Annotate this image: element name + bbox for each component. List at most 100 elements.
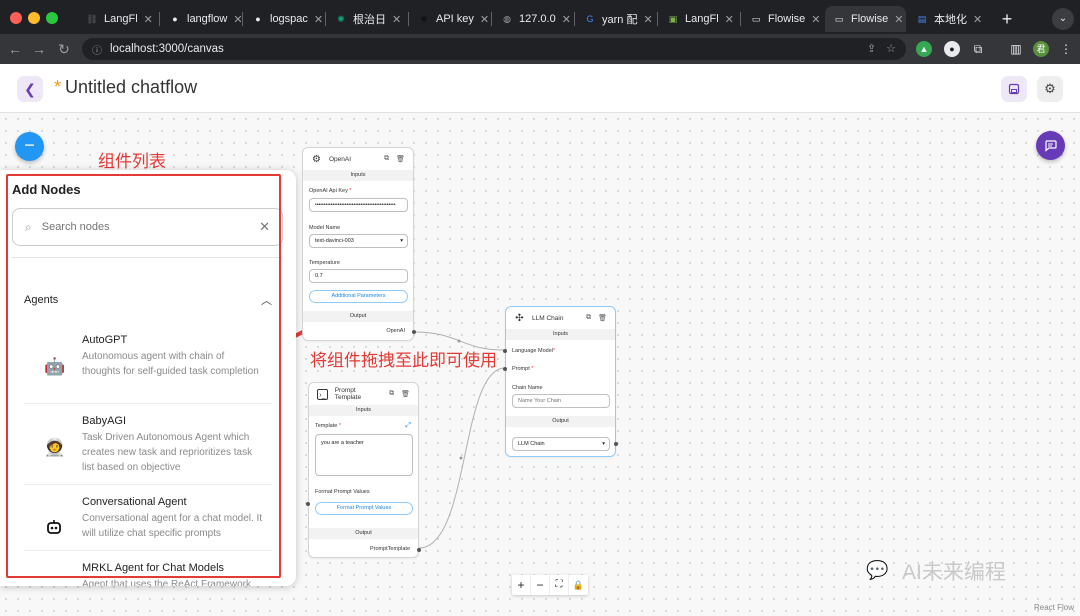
browser-tab[interactable]: ▤ 本地化 ✕ — [908, 6, 989, 32]
zoom-in-button[interactable]: + — [512, 575, 531, 595]
node-title: Prompt Template — [334, 387, 362, 401]
chevron-up-icon[interactable]: ︿ — [261, 292, 272, 308]
drive-extension-icon[interactable]: ▲ — [916, 41, 932, 57]
browser-tab[interactable]: ● logspac ✕ — [244, 6, 325, 32]
duplicate-icon[interactable]: ⧉ — [389, 390, 394, 398]
chain-name-label: Chain Name — [512, 385, 543, 391]
delete-icon[interactable]: 🗑 — [598, 314, 607, 322]
sidebar-toggle-icon[interactable]: ▥ — [1008, 41, 1024, 57]
close-tab-icon[interactable]: ✕ — [643, 13, 652, 26]
close-tab-icon[interactable]: ✕ — [314, 13, 323, 26]
browser-tab-label: Flowise — [851, 13, 889, 25]
expand-icon[interactable]: ⤢ — [405, 422, 411, 430]
close-tab-icon[interactable]: ✕ — [725, 13, 734, 26]
api-key-input[interactable]: ••••••••••••••••••••••••••••••••••••••••… — [309, 198, 408, 212]
output-select[interactable]: LLM Chain ▾ — [512, 437, 610, 451]
browser-tab[interactable]: ⛓ LangFl ✕ — [78, 6, 159, 32]
address-bar[interactable]: ⓘ localhost:3000/canvas ⇪ ☆ — [82, 38, 906, 60]
output-handle[interactable] — [412, 330, 416, 334]
fit-view-button[interactable]: ⛶ — [550, 575, 569, 595]
bookmark-star-icon[interactable]: ☆ — [886, 42, 896, 55]
delete-icon[interactable]: 🗑 — [401, 390, 410, 398]
format-prompt-values-button[interactable]: Format Prompt Values — [315, 502, 413, 515]
browser-tab[interactable]: ● langflow ✕ — [161, 6, 242, 32]
node-item-name: BabyAGI — [82, 415, 127, 427]
browser-toolbar: ← → ↻ ⓘ localhost:3000/canvas ⇪ ☆ ▲ ● ⧉ … — [0, 34, 1080, 64]
close-tab-icon[interactable]: ✕ — [144, 13, 153, 26]
category-agents-header[interactable]: Agents ︿ — [24, 292, 272, 308]
maximize-window-button[interactable] — [46, 12, 58, 24]
close-tab-icon[interactable]: ✕ — [894, 13, 903, 26]
node-item-mrkl-agent-chat[interactable]: MRKL Agent for Chat Models Agent that us… — [24, 562, 272, 586]
browser-tab[interactable]: ◍ 127.0.0 ✕ — [493, 6, 574, 32]
browser-tab[interactable]: ▭ Flowise ✕ — [742, 6, 823, 32]
browser-tab[interactable]: ✺ 根治日 ✕ — [327, 6, 408, 32]
close-tab-icon[interactable]: ✕ — [973, 13, 982, 26]
puzzle-extensions-icon[interactable]: ⧉ — [970, 41, 986, 57]
minimize-window-button[interactable] — [28, 12, 40, 24]
lock-button[interactable]: 🔒 — [569, 575, 588, 595]
page-title[interactable]: * Untitled chatflow — [54, 77, 197, 98]
settings-button[interactable]: ⚙ — [1037, 76, 1063, 102]
language-model-handle[interactable] — [503, 349, 507, 353]
extension-icon[interactable]: ● — [944, 41, 960, 57]
additional-parameters-button[interactable]: Additional Parameters — [309, 290, 408, 303]
close-tab-icon[interactable]: ✕ — [392, 13, 401, 26]
browser-menu-icon[interactable]: ⋮ — [1058, 41, 1074, 57]
browser-tab[interactable]: ▣ LangFl ✕ — [659, 6, 740, 32]
node-title: LLM Chain — [532, 314, 564, 322]
clear-search-icon[interactable]: ✕ — [259, 219, 270, 235]
browser-tab[interactable]: ▭ Flowise ✕ — [825, 6, 906, 32]
close-window-button[interactable] — [10, 12, 22, 24]
tab-separator — [574, 12, 575, 26]
delete-icon[interactable]: 🗑 — [396, 155, 405, 163]
node-item-autogpt[interactable]: 🤖 AutoGPT Autonomous agent with chain of… — [24, 334, 272, 414]
new-tab-button[interactable]: + — [998, 10, 1016, 28]
flow-controls: + − ⛶ 🔒 — [512, 575, 588, 595]
node-header[interactable]: ✣ LLM Chain ⧉ 🗑 — [506, 307, 615, 329]
globe-icon: ◍ — [503, 13, 511, 24]
react-flow-attribution[interactable]: React Flow — [1034, 603, 1074, 612]
node-header[interactable]: ⚙ OpenAI ⧉ 🗑 — [303, 148, 413, 170]
temperature-label: Temperature — [309, 260, 340, 266]
template-textarea[interactable]: you are a teacher — [315, 434, 413, 476]
browser-tab[interactable]: ✺ API key ✕ — [410, 6, 491, 32]
prompt-handle[interactable] — [503, 367, 507, 371]
collapse-nodes-button[interactable]: − — [15, 132, 44, 161]
zoom-out-button[interactable]: − — [531, 575, 550, 595]
model-name-select[interactable]: text-davinci-003 ▾ — [309, 234, 408, 248]
tab-separator — [159, 12, 160, 26]
prompt-template-node[interactable]: ›_ Prompt Template ⧉ 🗑 Inputs Template * … — [306, 382, 421, 558]
close-tab-icon[interactable]: ✕ — [233, 13, 242, 26]
output-handle[interactable] — [614, 442, 618, 446]
reload-icon[interactable]: ↻ — [55, 40, 73, 58]
close-tab-icon[interactable]: ✕ — [811, 13, 820, 26]
save-button[interactable] — [1001, 76, 1027, 102]
node-item-babyagi[interactable]: 🧑‍🚀 BabyAGI Task Driven Autonomous Agent… — [24, 415, 272, 495]
browser-tab[interactable]: Gyarn 配 ✕ — [576, 6, 657, 32]
forward-arrow-icon[interactable]: → — [30, 40, 48, 58]
format-values-handle[interactable] — [306, 502, 310, 506]
duplicate-icon[interactable]: ⧉ — [586, 314, 591, 322]
search-box[interactable]: ⌕ ✕ — [12, 208, 283, 246]
chatgpt-icon: ✺ — [337, 13, 345, 24]
openai-node[interactable]: ⚙ OpenAI ⧉ 🗑 Inputs OpenAI Api Key * ••••… — [302, 147, 416, 341]
back-button[interactable]: ❮ — [17, 76, 43, 102]
duplicate-icon[interactable]: ⧉ — [384, 155, 389, 163]
chat-button[interactable] — [1036, 131, 1065, 160]
api-key-label: OpenAI Api Key * — [309, 188, 352, 194]
panel-annotation: 组件列表 — [98, 152, 166, 171]
output-handle[interactable] — [417, 548, 421, 552]
node-header[interactable]: ›_ Prompt Template ⧉ 🗑 — [309, 383, 418, 405]
close-tab-icon[interactable]: ✕ — [480, 13, 489, 26]
chain-name-input[interactable] — [512, 394, 610, 408]
llm-chain-node[interactable]: ✣ LLM Chain ⧉ 🗑 Inputs Language Model* Pr… — [503, 306, 618, 457]
profile-avatar[interactable]: 君 — [1033, 41, 1049, 57]
back-arrow-icon[interactable]: ← — [6, 40, 24, 58]
site-info-icon[interactable]: ⓘ — [92, 42, 102, 57]
tab-search-button[interactable]: ⌄ — [1052, 8, 1074, 30]
close-tab-icon[interactable]: ✕ — [562, 13, 571, 26]
search-input[interactable] — [41, 221, 250, 233]
temperature-input[interactable]: 0.7 — [309, 269, 408, 283]
share-icon[interactable]: ⇪ — [867, 42, 876, 55]
